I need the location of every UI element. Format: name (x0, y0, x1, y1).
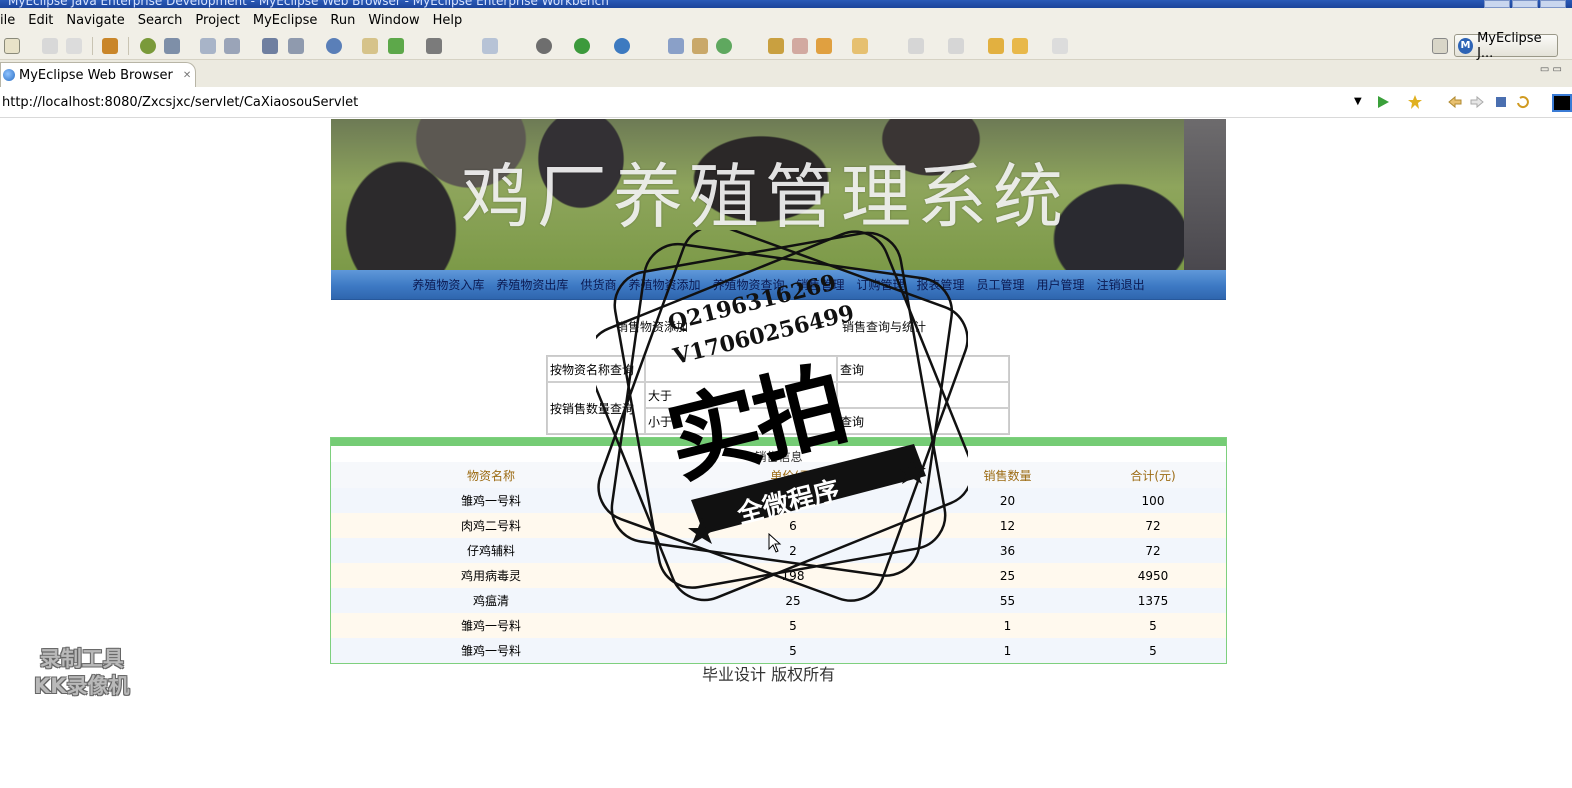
footer-text: 毕业设计 版权所有 (702, 665, 836, 684)
nav-logout[interactable]: 注销退出 (1097, 276, 1145, 293)
minimize-maximize-icon[interactable]: ▭ ▭ (1540, 64, 1562, 75)
debug-icon[interactable] (536, 38, 552, 54)
forward-icon[interactable] (1052, 38, 1068, 54)
table-cell: 72 (1080, 538, 1226, 563)
window-title: MyEclipse Java Enterprise Development - … (8, 0, 609, 8)
menu-file[interactable]: ile (0, 13, 15, 28)
nav-stock-out[interactable]: 养殖物资出库 (496, 276, 568, 293)
table-cell: 5 (651, 638, 935, 663)
stop-icon[interactable] (1494, 95, 1508, 109)
browser-address-bar: http://localhost:8080/Zxcsjxc/servlet/Ca… (0, 87, 1572, 118)
globe-icon (3, 69, 15, 81)
go-icon[interactable] (1376, 95, 1390, 109)
open-task-icon[interactable] (692, 38, 708, 54)
table-cell: 1 (935, 613, 1080, 638)
recorder-logo: 录制工具 KK录像机 (34, 646, 130, 701)
toolbar-separator (128, 37, 129, 55)
add-icon[interactable] (388, 38, 404, 54)
browser-refresh-icon[interactable] (1516, 95, 1530, 109)
menu-window[interactable]: Window (368, 13, 419, 28)
last-edit-icon[interactable] (988, 38, 1004, 54)
open-perspective-icon[interactable] (1432, 38, 1448, 54)
editor-tab-row: MyEclipse Web Browser ✕ ▭ ▭ (0, 60, 1572, 87)
url-dropdown-icon[interactable]: ▼ (1354, 96, 1362, 107)
table-cell: 5 (1080, 613, 1226, 638)
deploy-icon[interactable] (200, 38, 216, 54)
mouse-cursor-icon (768, 533, 782, 553)
nav-staff[interactable]: 员工管理 (977, 276, 1025, 293)
perspective-switcher[interactable]: M MyEclipse J... (1454, 31, 1558, 61)
save-icon[interactable] (42, 38, 58, 54)
menu-bar: ile Edit Navigate Search Project MyEclip… (0, 8, 1572, 32)
browser-back-icon[interactable] (1448, 95, 1462, 109)
recorder-logo-line1: 录制工具 (39, 647, 124, 671)
open-folder-icon[interactable] (768, 38, 784, 54)
wizard-icon[interactable] (288, 38, 304, 54)
myeclipse-logo-icon: M (1458, 37, 1474, 54)
table-cell: 72 (1080, 513, 1226, 538)
hibernate-icon[interactable] (224, 38, 240, 54)
browser-extra-button[interactable] (1552, 94, 1572, 112)
table-cell: 100 (1080, 488, 1226, 513)
project-icon[interactable] (262, 38, 278, 54)
web-icon[interactable] (326, 38, 342, 54)
table-cell: 1375 (1080, 588, 1226, 613)
folder-icon[interactable] (852, 38, 868, 54)
table-cell: 雏鸡一号料 (331, 638, 651, 663)
server-icon[interactable] (164, 38, 180, 54)
banner-title: 鸡厂养殖管理系统 (461, 156, 1069, 238)
external-tools-icon[interactable] (614, 38, 630, 54)
open-type-icon[interactable] (362, 38, 378, 54)
prev-annotation-icon[interactable] (948, 38, 964, 54)
tab-web-browser[interactable]: MyEclipse Web Browser ✕ (0, 62, 196, 87)
menu-run[interactable]: Run (330, 13, 355, 28)
menu-search[interactable]: Search (138, 13, 183, 28)
favorites-icon[interactable] (1408, 95, 1422, 109)
minimize-button[interactable] (1484, 0, 1510, 8)
menu-edit[interactable]: Edit (28, 13, 53, 28)
table-cell: 雏鸡一号料 (331, 613, 651, 638)
url-field[interactable]: http://localhost:8080/Zxcsjxc/servlet/Ca… (2, 95, 358, 110)
box-icon[interactable] (816, 38, 832, 54)
window-controls (1484, 0, 1566, 8)
new-icon[interactable] (4, 38, 20, 54)
perspective-label: MyEclipse J... (1477, 30, 1542, 61)
tab-label: MyEclipse Web Browser (19, 67, 173, 83)
table-row: 雏鸡一号料 5 1 5 (331, 613, 1226, 638)
close-icon[interactable]: ✕ (183, 70, 191, 81)
main-toolbar: M MyEclipse J... (0, 31, 1572, 61)
next-annotation-icon[interactable] (908, 38, 924, 54)
run-icon[interactable] (574, 38, 590, 54)
menu-project[interactable]: Project (195, 13, 239, 28)
menu-myeclipse[interactable]: MyEclipse (253, 13, 318, 28)
back-icon[interactable] (1012, 38, 1028, 54)
table-cell: 5 (651, 613, 935, 638)
table-cell: 5 (1080, 638, 1226, 663)
watermark-stamp: Q2196316269 V17060256499 实拍 全微程序 (596, 230, 968, 602)
nav-stock-in[interactable]: 养殖物资入库 (412, 276, 484, 293)
print-icon[interactable] (66, 38, 82, 54)
recorder-logo-line2: KK录像机 (34, 674, 130, 699)
banner-edge (1184, 119, 1226, 270)
nav-users[interactable]: 用户管理 (1037, 276, 1085, 293)
package-icon[interactable] (102, 38, 118, 54)
browser-forward-icon[interactable] (1470, 95, 1484, 109)
column-header: 合计(元) (1080, 462, 1226, 488)
menu-help[interactable]: Help (433, 13, 463, 28)
menu-navigate[interactable]: Navigate (66, 13, 124, 28)
bug-icon[interactable] (140, 38, 156, 54)
search-file-icon[interactable] (668, 38, 684, 54)
table-cell: 1 (935, 638, 1080, 663)
toolbar-separator (92, 37, 93, 55)
window-title-bar: MyEclipse Java Enterprise Development - … (0, 0, 1572, 8)
pen-icon[interactable] (792, 38, 808, 54)
table-row: 雏鸡一号料 5 1 5 (331, 638, 1226, 663)
refresh-icon[interactable] (716, 38, 732, 54)
close-window-button[interactable] (1540, 0, 1566, 8)
camera-icon[interactable] (426, 38, 442, 54)
maximize-button[interactable] (1512, 0, 1538, 8)
table-cell: 4950 (1080, 563, 1226, 588)
new-server-icon[interactable] (482, 38, 498, 54)
